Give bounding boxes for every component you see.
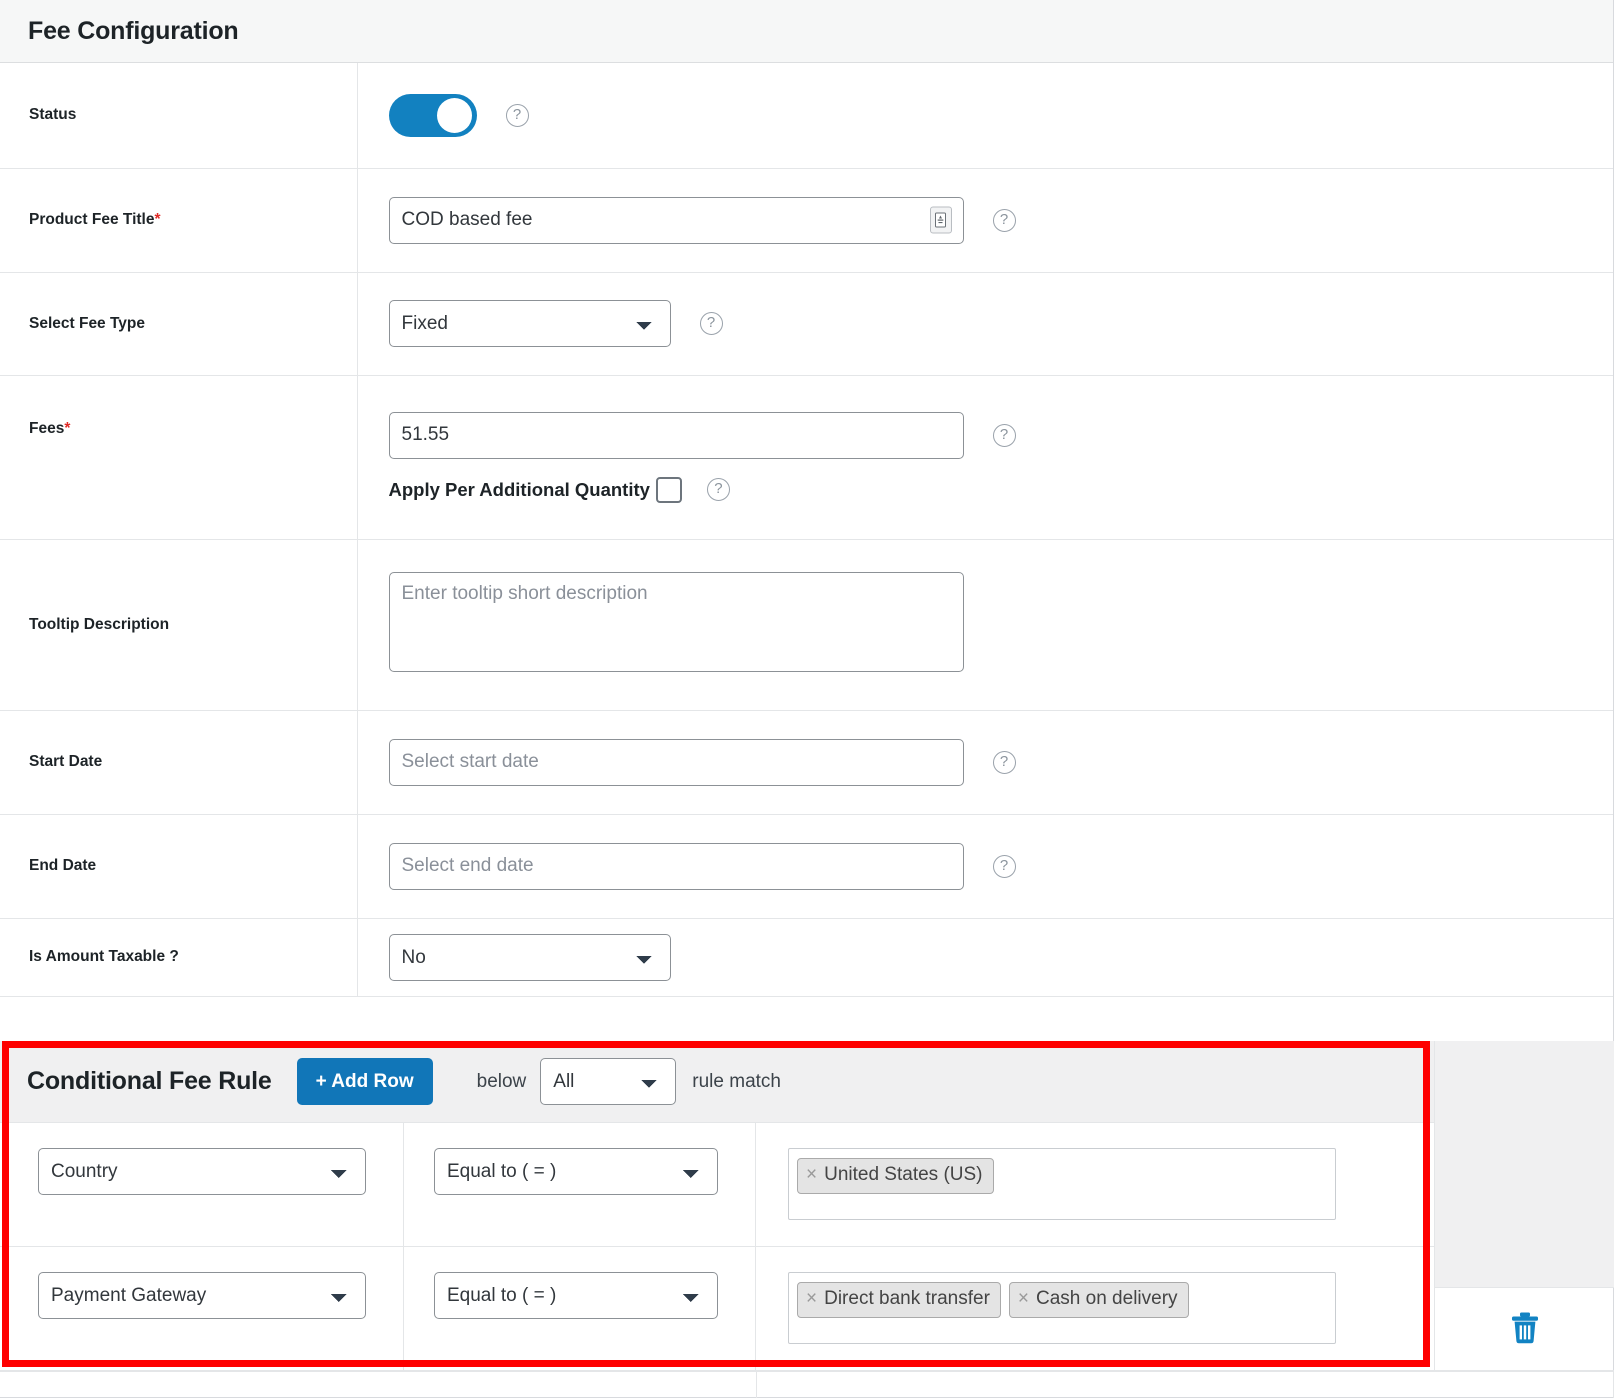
rule-attribute-cell: Country xyxy=(0,1123,404,1246)
table-row: Country Equal to ( = ) × United States (… xyxy=(0,1123,1614,1247)
page-title: Fee Configuration xyxy=(28,16,239,45)
rule-values-tokenbox-1[interactable]: × United States (US) xyxy=(788,1148,1336,1220)
fees-input[interactable] xyxy=(388,411,964,459)
required-marker: * xyxy=(64,420,71,437)
row-status: Status ? xyxy=(0,63,1613,168)
help-icon-end-date[interactable]: ? xyxy=(992,854,1016,878)
rule-operator-cell: Equal to ( = ) xyxy=(404,1247,756,1370)
product-fee-title-wrap xyxy=(388,196,964,244)
rule-operator-cell: Equal to ( = ) xyxy=(404,1123,756,1246)
product-fee-title-input[interactable] xyxy=(388,196,964,244)
rule-values-cell: × United States (US) xyxy=(756,1123,1434,1246)
label-tooltip-description: Tooltip Description xyxy=(0,539,358,710)
label-is-amount-taxable: Is Amount Taxable ? xyxy=(0,918,358,996)
row-is-amount-taxable: Is Amount Taxable ? No xyxy=(0,918,1613,996)
help-icon-start-date[interactable]: ? xyxy=(992,750,1016,774)
row-end-date: End Date ? xyxy=(0,814,1613,918)
fee-type-select[interactable]: Fixed xyxy=(388,300,671,347)
conditional-fee-rule-title: Conditional Fee Rule xyxy=(27,1067,272,1095)
token-label: Cash on delivery xyxy=(1036,1288,1178,1309)
row-select-fee-type: Select Fee Type Fixed ? xyxy=(0,272,1613,375)
table-row: Payment Gateway Equal to ( = ) × Direct … xyxy=(0,1247,1614,1371)
tooltip-description-textarea[interactable] xyxy=(388,572,964,672)
required-marker: * xyxy=(154,211,161,228)
apply-per-additional-quantity-group: Apply Per Additional Quantity ? xyxy=(388,476,1614,503)
table-footer-sliver xyxy=(0,1371,1614,1398)
row-product-fee-title: Product Fee Title* COD based fee ? xyxy=(0,168,1613,272)
help-icon-fee-type[interactable]: ? xyxy=(699,312,723,335)
toggle-knob xyxy=(436,97,472,133)
rule-match-select[interactable]: All xyxy=(540,1058,677,1105)
row-start-date: Start Date ? xyxy=(0,710,1613,814)
rule-values-tokenbox-2[interactable]: × Direct bank transfer × Cash on deliver… xyxy=(788,1272,1336,1344)
rule-attribute-select-1[interactable]: Country xyxy=(38,1148,366,1195)
help-icon-apply-per-quantity[interactable]: ? xyxy=(706,478,730,501)
rule-attribute-select-2[interactable]: Payment Gateway xyxy=(38,1272,366,1319)
is-amount-taxable-select[interactable]: No xyxy=(388,933,671,981)
start-date-input[interactable] xyxy=(388,738,964,786)
rule-actions-spacer xyxy=(1435,1041,1614,1288)
rule-operator-select-1[interactable]: Equal to ( = ) xyxy=(434,1148,718,1195)
rule-attribute-cell: Payment Gateway xyxy=(0,1247,404,1370)
label-select-fee-type: Select Fee Type xyxy=(0,272,358,375)
help-icon-product-fee-title[interactable]: ? xyxy=(992,208,1016,232)
token-label: Direct bank transfer xyxy=(824,1288,990,1309)
trash-icon[interactable] xyxy=(1510,1311,1540,1349)
rule-actions-column xyxy=(1434,1041,1614,1371)
apply-per-additional-quantity-label: Apply Per Additional Quantity xyxy=(388,478,650,500)
footer-cell-1 xyxy=(0,1372,757,1398)
fee-settings-table: Status ? Product Fee Title* COD based fe… xyxy=(0,63,1613,997)
rule-match-label: rule match xyxy=(692,1070,781,1092)
row-tooltip-description: Tooltip Description xyxy=(0,539,1613,710)
token[interactable]: × Cash on delivery xyxy=(1008,1282,1189,1318)
label-product-fee-title: Product Fee Title* xyxy=(0,168,358,272)
help-icon-status[interactable]: ? xyxy=(505,103,529,127)
status-toggle[interactable] xyxy=(388,93,477,137)
add-row-button[interactable]: + Add Row xyxy=(296,1058,433,1105)
token[interactable]: × United States (US) xyxy=(797,1158,994,1194)
conditional-fee-rule-header: Conditional Fee Rule + Add Row below All… xyxy=(0,1041,1434,1123)
token-label: United States (US) xyxy=(824,1164,983,1185)
footer-cell-2 xyxy=(757,1372,1614,1398)
rule-delete-cell xyxy=(1435,1288,1614,1371)
label-text: Product Fee Title xyxy=(29,211,155,228)
end-date-input[interactable] xyxy=(388,842,964,890)
label-start-date: Start Date xyxy=(0,710,358,814)
reveal-password-icon[interactable] xyxy=(929,206,952,234)
token-remove-icon[interactable]: × xyxy=(806,1285,817,1313)
label-fees: Fees* xyxy=(0,375,358,539)
help-icon-fees[interactable]: ? xyxy=(992,423,1016,447)
label-text: Fees xyxy=(29,420,65,437)
conditional-fee-rule-section: Conditional Fee Rule + Add Row below All… xyxy=(0,1041,1614,1371)
fee-configuration-panel: Fee Configuration Status ? Product Fee T… xyxy=(0,0,1614,1398)
label-status: Status xyxy=(0,63,358,168)
rule-operator-select-2[interactable]: Equal to ( = ) xyxy=(434,1272,718,1319)
panel-header: Fee Configuration xyxy=(0,0,1613,63)
row-fees: Fees* ? Apply Per Additional Quantity ? xyxy=(0,375,1613,539)
below-label: below xyxy=(476,1070,527,1092)
token-remove-icon[interactable]: × xyxy=(806,1161,817,1189)
conditional-fee-rule-rows: Country Equal to ( = ) × United States (… xyxy=(0,1041,1614,1371)
rule-values-cell: × Direct bank transfer × Cash on deliver… xyxy=(756,1247,1434,1370)
label-end-date: End Date xyxy=(0,814,358,918)
apply-per-additional-quantity-checkbox[interactable] xyxy=(655,476,682,503)
token[interactable]: × Direct bank transfer xyxy=(797,1282,1001,1318)
token-remove-icon[interactable]: × xyxy=(1018,1285,1029,1313)
